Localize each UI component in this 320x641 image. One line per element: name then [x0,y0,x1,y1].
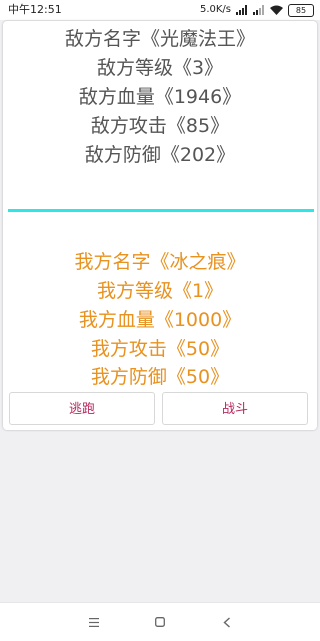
enemy-hp: 敌方血量《1946》 [78,86,242,108]
home-nav-button[interactable] [145,603,175,641]
player-hp: 我方血量《1000》 [78,309,242,331]
battery-icon: 85 [288,3,314,17]
flee-button[interactable]: 逃跑 [9,392,155,425]
player-name: 我方名字《冰之痕》 [74,251,246,273]
status-time: 中午12:51 [8,3,62,16]
menu-nav-button[interactable] [79,603,109,641]
enemy-attack: 敌方攻击《85》 [90,115,230,137]
network-speed: 5.0K/s [199,4,231,15]
status-indicators: 5.0K/s 85 [200,0,314,20]
back-icon [223,616,230,628]
back-nav-button[interactable] [212,603,242,641]
player-defense: 我方防御《50》 [90,366,230,388]
enemy-level: 敌方等级《3》 [96,57,224,79]
sim-signal-2-icon [253,5,264,15]
fight-button[interactable]: 战斗 [162,392,308,425]
battle-card: 敌方名字《光魔法王》 敌方等级《3》 敌方血量《1946》 敌方攻击《85》 敌… [3,21,317,430]
sim-signal-icon [236,5,247,15]
wifi-icon [270,5,283,15]
menu-icon [89,617,99,627]
home-icon [155,617,165,627]
navigation-bar [0,602,320,641]
divider [8,209,314,212]
enemy-defense: 敌方防御《202》 [84,144,236,166]
status-bar: 中午12:51 5.0K/s 85 [0,0,320,20]
player-level: 我方等级《1》 [96,280,224,302]
enemy-name: 敌方名字《光魔法王》 [64,28,255,50]
player-attack: 我方攻击《50》 [90,338,230,360]
